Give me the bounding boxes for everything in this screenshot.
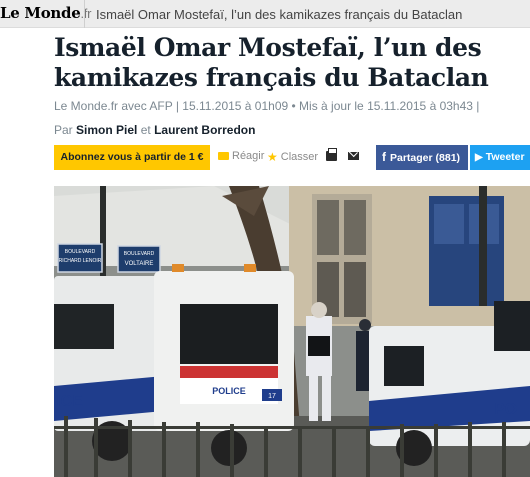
van-3-label: PO [494,401,517,418]
author-link-2[interactable]: Laurent Borredon [154,123,255,137]
facebook-share-button[interactable]: f Partager (881) [376,145,468,170]
article-headline: Ismaël Omar Mostefaï, l’un des kamikazes… [54,33,489,92]
author-link-1[interactable]: Simon Piel [76,123,137,137]
mail-icon[interactable] [348,152,359,160]
print-icon[interactable] [326,148,337,161]
save-label: Classer [280,150,319,163]
comment-icon [218,152,229,161]
van-2-number: 17 [268,393,276,400]
twitter-label: Tweeter [485,151,525,163]
save-button[interactable]: ★ Classer [267,150,318,164]
facebook-icon: f [382,150,386,164]
author-join: et [140,123,151,137]
twitter-icon: ▶ [475,152,483,163]
street-sign-1-line-2: RICHARD LENOIR [59,258,102,264]
by-prefix: Par [54,123,73,137]
article-authors: Par Simon Piel et Laurent Borredon [54,123,255,137]
top-bar-divider [84,0,85,28]
star-icon: ★ [267,150,278,164]
article-toolbar: Abonnez vous à partir de 1 € Réagir ★ Cla… [54,145,530,170]
street-sign-2-line-2: VOLTAIRE [125,261,154,267]
article-photo[interactable]: BOULEVARD RICHARD LENOIR BOULEVARD VOLTA… [54,186,530,477]
react-label: Réagir [232,150,265,162]
van-2-label: POLICE [212,386,246,396]
van-1-label: ICE [56,393,83,410]
street-sign-2-line-1: BOULEVARD [124,251,155,257]
logo-text: Le Monde [0,4,81,22]
street-sign-1-line-1: BOULEVARD [65,249,96,255]
le-monde-logo[interactable]: Le Monde.fr [0,4,91,22]
twitter-share-button[interactable]: ▶ Tweeter [470,145,530,170]
logo-suffix: .fr [80,6,92,21]
photo-scene: BOULEVARD RICHARD LENOIR BOULEVARD VOLTA… [54,186,530,477]
top-bar-title: Ismaël Omar Mostefaï, l’un des kamikazes… [96,7,463,22]
facebook-label: Partager (881) [390,152,461,164]
react-button[interactable]: Réagir [218,150,264,162]
article-meta: Le Monde.fr avec AFP | 15.11.2015 à 01h0… [54,99,480,113]
top-bar: Le Monde.fr Ismaël Omar Mostefaï, l’un d… [0,0,530,28]
subscribe-button[interactable]: Abonnez vous à partir de 1 € [54,145,210,170]
